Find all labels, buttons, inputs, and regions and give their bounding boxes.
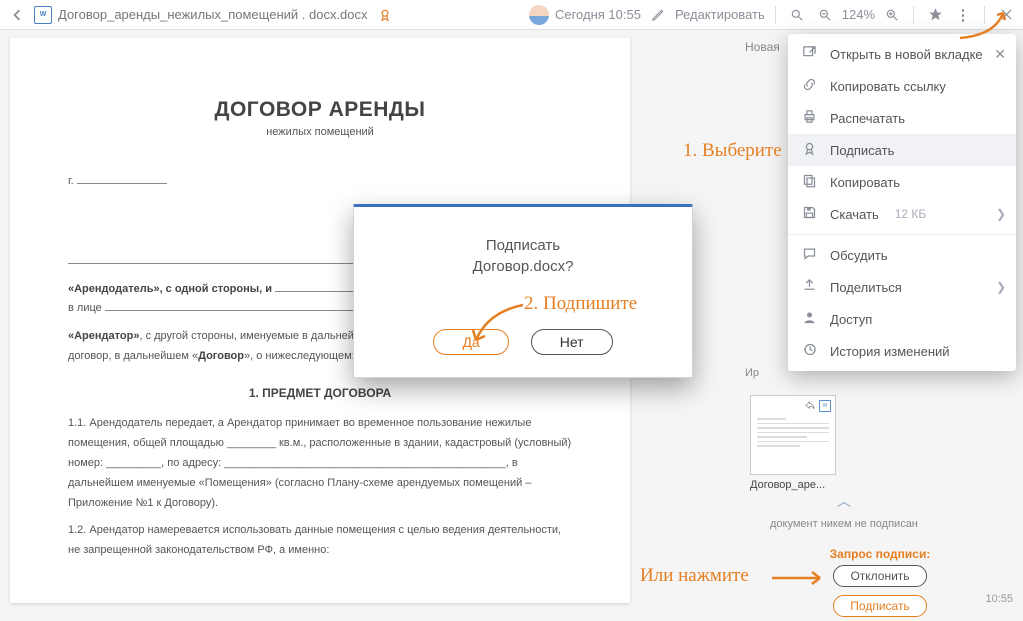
menu-label: Подписать [830,143,894,158]
menu-label: Обсудить [830,248,888,263]
doc-subheading: нежилых помещений [68,126,572,138]
save-icon [800,205,818,223]
menu-label: История изменений [830,344,950,359]
confirm-sign-dialog: ПодписатьДоговор.docx? Да Нет [353,204,693,378]
dialog-message: ПодписатьДоговор.docx? [374,235,672,277]
star-icon[interactable] [924,4,946,26]
document-title: Договор_аренды_нежилых_помещений . docx.… [58,7,368,22]
last-edit-timestamp: Сегодня 10:55 [555,7,641,22]
top-toolbar: W Договор_аренды_нежилых_помещений . doc… [0,0,1023,30]
menu-label: Скачать [830,207,879,222]
menu-label: Поделиться [830,280,902,295]
menu-label: Доступ [830,312,872,327]
menu-download[interactable]: Скачать 12 КБ ❯ [788,198,1016,230]
menu-copy-link[interactable]: Копировать ссылку [788,70,1016,102]
chevron-up-icon[interactable]: ︿ [770,491,918,511]
copy-icon [800,173,818,191]
user-icon [800,310,818,328]
print-icon [800,109,818,127]
zoom-out-icon[interactable] [814,4,836,26]
ribbon-icon [800,141,818,159]
search-icon[interactable] [786,4,808,26]
reject-button[interactable]: Отклонить [833,565,926,587]
annotation-step-1: 1. Выберите [683,140,782,162]
sign-button[interactable]: Подписать [833,595,926,617]
chat-icon [800,246,818,264]
zoom-in-icon[interactable] [881,4,903,26]
menu-sign[interactable]: Подписать [788,134,1016,166]
thumbnail-card[interactable]: W Договор_аре... [750,395,850,491]
menu-label: Копировать [830,175,900,190]
more-icon[interactable]: ⋮ [952,4,974,26]
download-size: 12 КБ [895,207,927,221]
menu-copy[interactable]: Копировать [788,166,1016,198]
chevron-right-icon: ❯ [996,207,1006,221]
menu-label: Открыть в новой вкладке [830,47,983,62]
avatar[interactable] [529,5,549,25]
attachment-area: W Договор_аре... ︿ документ никем не под… [750,395,1010,621]
pencil-icon[interactable] [647,4,669,26]
menu-open-new-tab[interactable]: Открыть в новой вкладке ✕ [788,38,1016,70]
menu-access[interactable]: Доступ [788,303,1016,335]
menu-label: Копировать ссылку [830,79,946,94]
share-mini-icon [804,400,815,414]
ribbon-icon [374,4,396,26]
annotation-step-3: Или нажмите [640,565,749,587]
edit-label[interactable]: Редактировать [675,7,765,22]
menu-label: Распечатать [830,111,905,126]
close-icon[interactable] [995,4,1017,26]
dialog-no-button[interactable]: Нет [531,329,613,355]
menu-share[interactable]: Поделиться ❯ [788,271,1016,303]
open-external-icon [800,45,818,63]
doc-heading: ДОГОВОР АРЕНДЫ [68,98,572,122]
menu-print[interactable]: Распечатать [788,102,1016,134]
back-icon[interactable] [6,4,28,26]
signature-request-label: Запрос подписи: [750,547,1010,561]
history-icon [800,342,818,360]
menu-close-icon[interactable]: ✕ [994,46,1006,63]
author-prefix: Ир [745,367,759,379]
not-signed-note: документ никем не подписан [770,517,918,531]
thumbnail-filename: Договор_аре... [750,479,850,491]
zoom-value[interactable]: 124% [842,7,875,22]
panel-timestamp: 10:55 [985,593,1013,605]
link-icon [800,77,818,95]
context-menu: Открыть в новой вкладке ✕ Копировать ссы… [788,34,1016,371]
menu-history[interactable]: История изменений [788,335,1016,367]
document-thumbnail[interactable]: W [750,395,836,475]
upload-icon [800,278,818,296]
dialog-yes-button[interactable]: Да [433,329,508,355]
docx-mini-icon: W [819,400,831,412]
chevron-right-icon: ❯ [996,280,1006,294]
menu-discuss[interactable]: Обсудить [788,239,1016,271]
docx-file-icon: W [34,6,52,24]
